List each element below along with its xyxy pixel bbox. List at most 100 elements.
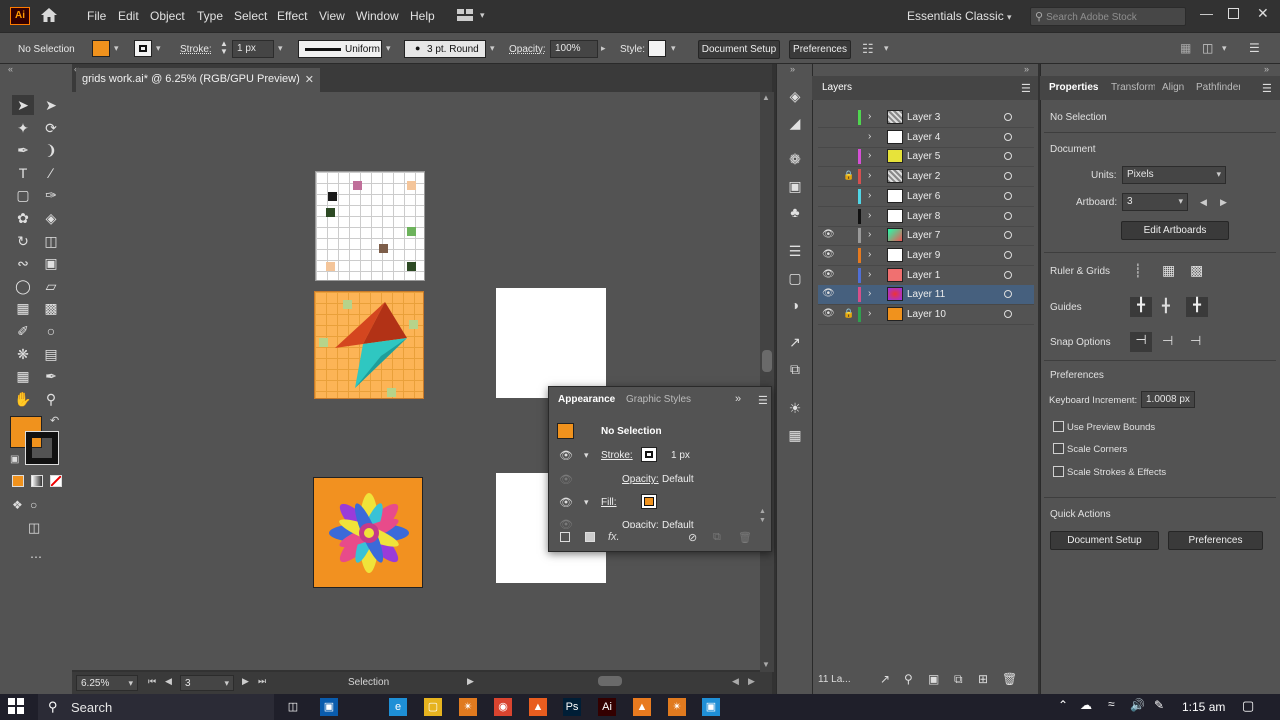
workspace-switcher-icon[interactable] [457, 9, 473, 21]
clipping-mask-icon[interactable]: ▣ [928, 672, 939, 686]
symbols-icon[interactable]: ▣ [786, 178, 804, 195]
menu-window[interactable]: Window [356, 9, 399, 23]
taskbar-search-box[interactable]: ⚲ Search [38, 694, 274, 720]
chevron-down-icon[interactable]: ▾ [114, 43, 119, 54]
menu-file[interactable]: File [87, 9, 106, 23]
panel-menu-icon[interactable]: ☰ [1021, 82, 1031, 95]
hand-tool-icon[interactable]: ✋ [12, 389, 34, 409]
menu-type[interactable]: Type [197, 9, 223, 23]
appearance-tab[interactable]: Appearance [558, 394, 615, 405]
appearance-fill-label[interactable]: Fill: [601, 497, 617, 508]
draw-mode-icon[interactable]: ○ [30, 498, 37, 512]
chevron-down-icon[interactable]: ▾ [278, 43, 283, 54]
none-mode-icon[interactable] [50, 475, 62, 487]
tab-transform[interactable]: Transform [1111, 82, 1155, 93]
color-guide-icon[interactable]: ◈ [786, 88, 804, 105]
last-artboard-icon[interactable]: ⏭ [258, 676, 266, 687]
export-icon[interactable]: ↗ [786, 334, 804, 351]
chevron-right-icon[interactable]: › [868, 210, 871, 221]
layer-row[interactable]: 👁 › Layer 7 [818, 226, 1034, 247]
smart-guides-icon[interactable]: ╋ [1186, 297, 1208, 317]
menu-select[interactable]: Select [234, 9, 267, 23]
photoshop-icon[interactable]: Ps [563, 698, 581, 716]
eye-icon[interactable]: 👁 [822, 288, 835, 299]
layers-tab[interactable]: Layers [822, 82, 852, 93]
show-hidden-icons[interactable]: ⌃ [1058, 698, 1068, 712]
target-circle-icon[interactable] [1004, 250, 1012, 259]
curvature-tool-icon[interactable]: ❩ [40, 140, 62, 160]
edge-icon[interactable]: e [389, 698, 407, 716]
menu-object[interactable]: Object [150, 9, 185, 23]
screen-mode-icon[interactable]: ◫ [28, 520, 40, 536]
snap-grid-icon[interactable]: ⊣ [1162, 333, 1173, 349]
document-setup-button[interactable]: Document Setup [698, 40, 780, 59]
scale-corners-checkbox[interactable] [1053, 443, 1064, 454]
tab-properties[interactable]: Properties [1049, 82, 1098, 93]
appearance-scroll-up-icon[interactable]: ▲ [759, 508, 766, 515]
chevron-right-icon[interactable]: › [868, 131, 871, 142]
target-circle-icon[interactable] [1004, 172, 1012, 181]
blend-tool-icon[interactable]: ○ [40, 321, 62, 341]
close-icon[interactable]: ✕ [1257, 5, 1269, 22]
free-transform-tool-icon[interactable]: ▣ [40, 253, 62, 273]
target-circle-icon[interactable] [1004, 231, 1012, 240]
stroke-stepper-icon[interactable]: ▲ ▼ [220, 40, 228, 56]
panel-menu-icon[interactable]: ☰ [1262, 82, 1272, 95]
asset-export-icon[interactable]: ▦ [786, 427, 804, 444]
pen-tool-icon[interactable]: ✒ [12, 140, 34, 160]
layer-row[interactable]: › Layer 5 [818, 147, 1034, 168]
chevron-down-icon[interactable]: ▾ [386, 43, 391, 54]
warp-tool-icon[interactable]: ∾ [12, 253, 34, 273]
chevron-down-icon[interactable]: ▾ [490, 43, 495, 54]
hscroll-left-icon[interactable]: ◀ [732, 676, 739, 687]
layer-row[interactable]: 👁 › Layer 11 [818, 285, 1034, 306]
rotate-tool-icon[interactable]: ↻ [12, 231, 34, 251]
layer-row[interactable]: › Layer 8 [818, 207, 1034, 227]
prev-artboard-icon[interactable]: ◀ [165, 676, 172, 687]
edit-toolbar-icon[interactable]: ⋯ [30, 550, 42, 564]
chevron-down-icon[interactable]: ▾ [156, 43, 161, 54]
network-icon[interactable]: ☁ [1080, 698, 1092, 712]
paintbrush-tool-icon[interactable]: ✑ [40, 185, 62, 205]
use-preview-bounds-checkbox[interactable] [1053, 421, 1064, 432]
graphic-styles-tab[interactable]: Graphic Styles [626, 394, 691, 405]
preferences-button[interactable]: Preferences [789, 40, 851, 59]
target-circle-icon[interactable] [1004, 310, 1012, 318]
opacity-row-eye-icon[interactable]: 👁 [559, 473, 573, 486]
scale-strokes-checkbox[interactable] [1053, 466, 1064, 477]
collapse-dock-icon[interactable]: » [790, 64, 795, 74]
magic-wand-tool-icon[interactable]: ✦ [12, 118, 34, 138]
edit-artboards-button[interactable]: Edit Artboards [1121, 221, 1229, 240]
target-circle-icon[interactable] [1004, 191, 1012, 200]
lock-icon[interactable]: 🔒 [843, 308, 854, 319]
minimize-icon[interactable]: — [1200, 6, 1213, 21]
default-colors-icon[interactable]: ▣ [10, 454, 19, 465]
add-effect-icon[interactable]: fx. [608, 531, 620, 543]
chevron-down-icon[interactable]: ▾ [884, 43, 889, 54]
wifi-icon[interactable]: ≈ [1108, 697, 1115, 711]
next-artboard-icon[interactable]: ▶ [242, 676, 249, 687]
new-sublayer-icon[interactable]: ⧉ [954, 672, 963, 687]
stroke-swatch[interactable] [134, 40, 152, 57]
clear-appearance-icon[interactable]: ⊘ [688, 531, 697, 544]
chrome-icon[interactable]: ◉ [494, 698, 512, 716]
ruler-icon[interactable]: ┊ [1134, 263, 1142, 279]
column-graph-tool-icon[interactable]: ▤ [40, 344, 62, 364]
scroll-up-icon[interactable]: ▲ [762, 93, 770, 102]
target-circle-icon[interactable] [1004, 132, 1012, 141]
stroke-row-chevron-icon[interactable]: ▾ [584, 450, 589, 461]
transparency-grid-icon[interactable]: ▩ [1190, 262, 1203, 279]
scroll-thumb[interactable] [762, 350, 772, 372]
brush-definition-dropdown[interactable]: ● 3 pt. Round [404, 40, 486, 58]
clock[interactable]: 1:15 am [1182, 700, 1225, 714]
target-circle-icon[interactable] [1004, 152, 1012, 161]
quick-document-setup-button[interactable]: Document Setup [1050, 531, 1159, 550]
menu-edit[interactable]: Edit [118, 9, 139, 23]
appearance-fill-swatch[interactable] [641, 494, 657, 509]
chevron-down-icon[interactable]: ▾ [1222, 43, 1227, 54]
brushes-icon[interactable]: ❁ [786, 151, 804, 168]
opacity2-row-eye-icon[interactable]: 👁 [559, 518, 573, 531]
appearance-stroke-label[interactable]: Stroke: [601, 450, 633, 461]
draw-normal-icon[interactable]: ❖ [12, 498, 23, 512]
layer-row[interactable]: › Layer 4 [818, 128, 1034, 148]
